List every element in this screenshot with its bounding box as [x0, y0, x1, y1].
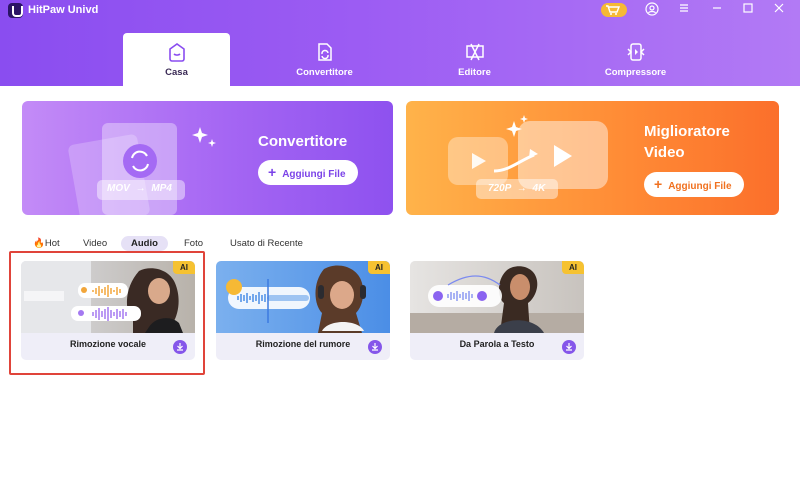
noise-removal-card[interactable]: AI Rimozione del rumore: [216, 261, 390, 360]
tab-convertitore[interactable]: Convertitore: [272, 33, 377, 86]
tab-casa[interactable]: Casa: [123, 33, 230, 86]
category-audio[interactable]: Audio: [121, 236, 168, 251]
ai-badge: AI: [173, 261, 195, 274]
resolution-label: 720P → 4K: [488, 183, 545, 194]
cart-icon[interactable]: [601, 3, 627, 17]
video-upscale-illustration: [448, 115, 608, 199]
plus-icon: +: [654, 176, 663, 192]
speech-to-text-thumbnail: [410, 261, 584, 333]
ai-badge: AI: [562, 261, 584, 274]
add-file-button[interactable]: + Aggiungi File: [258, 160, 358, 185]
edit-icon: [465, 43, 484, 61]
tab-casa-label: Casa: [165, 67, 188, 78]
arrow-icon: →: [135, 183, 146, 194]
add-file-label: Aggiungi File: [282, 169, 346, 180]
format-label: MOV → MP4: [107, 183, 172, 194]
category-foto[interactable]: Foto: [184, 236, 203, 251]
tab-compressore[interactable]: Compressore: [563, 33, 708, 86]
minimize-icon[interactable]: [710, 2, 724, 18]
user-icon[interactable]: [645, 2, 659, 18]
file-convert-illustration: [68, 123, 216, 215]
tab-editore[interactable]: Editore: [422, 33, 527, 86]
category-recent[interactable]: Usato di Recente: [230, 236, 303, 251]
tab-convertitore-label: Convertitore: [296, 67, 353, 78]
vocal-removal-card[interactable]: AI Rimozione vocale: [21, 261, 195, 360]
download-icon[interactable]: [562, 340, 576, 354]
category-hot-label: Hot: [44, 238, 60, 249]
speech-to-text-card[interactable]: AI Da Parola a Testo: [410, 261, 584, 360]
ai-badge: AI: [368, 261, 390, 274]
app-title: HitPaw Univd: [28, 4, 99, 16]
video-enhancer-title: Miglioratore Video: [644, 121, 730, 163]
plus-icon: +: [268, 164, 277, 180]
download-icon[interactable]: [368, 340, 382, 354]
video-enhancer-banner[interactable]: 720P → 4K Miglioratore Video + Aggiungi F…: [406, 101, 779, 215]
converter-title: Convertitore: [258, 133, 348, 150]
download-icon[interactable]: [173, 340, 187, 354]
fire-icon: 🔥: [33, 238, 45, 249]
speech-to-text-label: Da Parola a Testo: [459, 339, 535, 349]
video-enhancer-title-line1: Miglioratore: [644, 123, 730, 140]
app-logo-icon: [8, 3, 23, 18]
title-bar-header: HitPaw Univd Casa Convertitore Editore C…: [0, 0, 800, 86]
converter-banner[interactable]: MOV → MP4 Convertitore + Aggiungi File: [22, 101, 393, 215]
res-from: 720P: [488, 183, 511, 194]
close-icon[interactable]: [772, 2, 786, 18]
vocal-removal-label: Rimozione vocale: [69, 339, 147, 349]
maximize-icon[interactable]: [741, 2, 755, 18]
add-file-button-enhancer[interactable]: + Aggiungi File: [644, 172, 744, 197]
home-icon: [168, 43, 185, 62]
noise-removal-label: Rimozione del rumore: [255, 339, 351, 349]
tab-editore-label: Editore: [458, 67, 491, 78]
category-hot[interactable]: 🔥Hot: [33, 236, 60, 251]
vocal-removal-thumbnail: [21, 261, 195, 333]
format-to: MP4: [151, 183, 172, 194]
res-to: 4K: [532, 183, 546, 194]
add-file-label: Aggiungi File: [668, 181, 732, 192]
convert-icon: [317, 43, 332, 61]
tab-compressore-label: Compressore: [604, 67, 667, 78]
category-video[interactable]: Video: [83, 236, 107, 251]
compress-icon: [626, 43, 645, 61]
noise-removal-thumbnail: [216, 261, 390, 333]
format-from: MOV: [107, 183, 130, 194]
menu-icon[interactable]: [677, 2, 691, 18]
video-enhancer-title-line2: Video: [644, 144, 685, 161]
arrow-icon: →: [516, 183, 527, 194]
